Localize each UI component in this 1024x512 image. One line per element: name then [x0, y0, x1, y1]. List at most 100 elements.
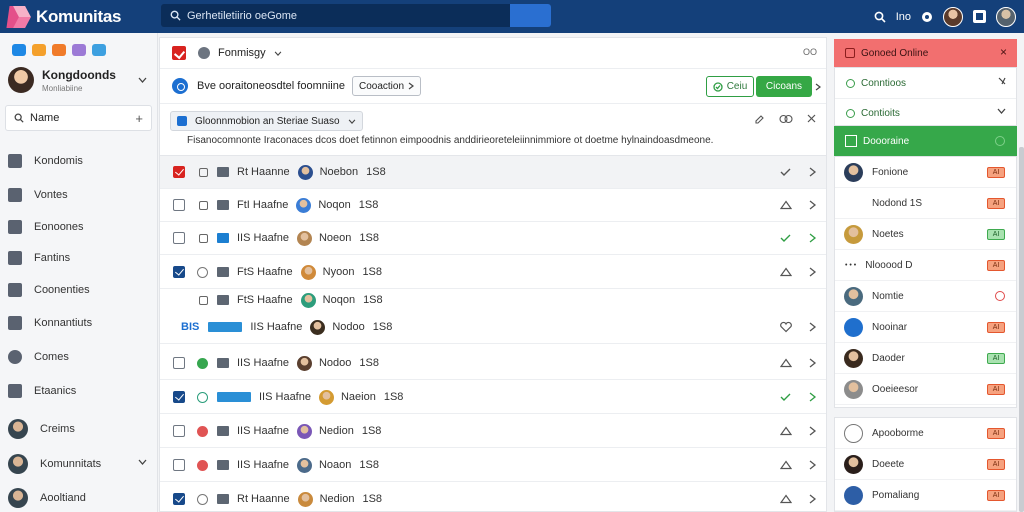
chevron-right-icon[interactable] [808, 322, 817, 332]
chevron-right-icon[interactable] [815, 83, 821, 91]
chevron-right-icon[interactable] [808, 233, 817, 243]
scrollbar[interactable] [1019, 147, 1024, 512]
person-item[interactable]: Nodond 1S AI [835, 188, 1016, 219]
person-item[interactable]: • • • Nlooood D AI [835, 250, 1016, 281]
warning-icon[interactable] [780, 494, 792, 505]
row-checkbox[interactable] [173, 266, 185, 278]
view-toggle-icon[interactable]: OO [803, 47, 817, 57]
secondary-button[interactable]: Ceiu [706, 76, 754, 97]
active-filter[interactable]: Doooraine [834, 126, 1017, 156]
app-logo[interactable]: Komunitas [6, 5, 158, 28]
warning-icon[interactable] [780, 358, 792, 369]
message-row[interactable]: IIS Haafne Naeion 1S8 [160, 381, 826, 414]
row-checkbox[interactable] [173, 232, 185, 244]
message-row[interactable]: IIS Haafne Nedion 1S8 [160, 415, 826, 448]
chevron-right-icon[interactable] [808, 426, 817, 436]
person-item[interactable]: Apooborme AI [835, 418, 1016, 449]
check-icon[interactable] [780, 392, 791, 402]
selector-connections[interactable]: Conntioos [835, 68, 1016, 98]
person-item[interactable]: Nooinar AI [835, 312, 1016, 343]
message-row[interactable]: IIS Haafne Noaon 1S8 [160, 449, 826, 482]
row-checkbox[interactable] [173, 425, 185, 437]
chevron-right-icon[interactable] [808, 267, 817, 277]
apps-icon[interactable] [973, 10, 986, 23]
app-shortcut-icon[interactable] [12, 44, 26, 56]
search-bar[interactable] [161, 4, 551, 27]
chevron-right-icon[interactable] [808, 200, 817, 210]
person-item[interactable]: Nomtie [835, 281, 1016, 312]
check-icon[interactable] [780, 233, 791, 243]
message-row[interactable]: Rt Haanne Nedion 1S8 [160, 483, 826, 512]
person-item[interactable]: Pomaliang AI [835, 480, 1016, 511]
check-icon[interactable] [780, 167, 791, 177]
top-label[interactable]: Ino [896, 11, 911, 23]
message-row[interactable]: BIS IIS Haafne Nodoo 1S8 [160, 311, 826, 344]
heart-icon[interactable] [780, 321, 792, 333]
row-checkbox[interactable] [173, 199, 185, 211]
primary-button[interactable]: Cicoans [756, 76, 812, 97]
plus-icon[interactable]: + [135, 111, 143, 126]
message-row[interactable]: Rt Haanne Noebon 1S8 [160, 156, 826, 189]
sidebar-item[interactable]: Creims [8, 418, 153, 440]
search-icon[interactable] [874, 11, 886, 23]
app-shortcut-icon[interactable] [72, 44, 86, 56]
chevron-right-icon[interactable] [808, 392, 817, 402]
chevron-right-icon[interactable] [808, 358, 817, 368]
sidebar-item[interactable]: Aooltiand [8, 487, 153, 509]
account-switcher[interactable]: Kongdoonds Monliabiine [8, 67, 157, 93]
search-submit-button[interactable] [510, 4, 551, 27]
settings-icon[interactable] [995, 136, 1005, 146]
row-checkbox[interactable] [173, 166, 185, 178]
person-item[interactable]: Doeete AI [835, 449, 1016, 480]
app-shortcut-icon[interactable] [52, 44, 66, 56]
profile-avatar[interactable] [996, 6, 1016, 27]
edit-icon[interactable] [754, 114, 765, 125]
warning-icon[interactable] [780, 267, 792, 278]
chevron-down-icon[interactable] [138, 77, 147, 83]
chevron-right-icon[interactable] [808, 494, 817, 504]
sidebar-item[interactable]: Etaanics [8, 380, 153, 402]
breadcrumb-label[interactable]: Fonmisgy [218, 47, 266, 59]
sidebar-item[interactable]: Eonoones [8, 216, 153, 238]
filter-chip[interactable]: Gloonnmobion an Steriae Suaso [170, 111, 363, 131]
row-checkbox[interactable] [173, 493, 185, 505]
person-item[interactable]: Ooeieesor AI [835, 374, 1016, 405]
message-row[interactable]: IIS Haafne Nodoo 1S8 [160, 347, 826, 380]
row-checkbox[interactable] [173, 391, 185, 403]
close-icon[interactable]: × [1000, 45, 1007, 59]
message-row[interactable]: FtS Haafne Nyoon 1S8 [160, 256, 826, 289]
message-row[interactable]: FtI Haafne Noqon 1S8 [160, 189, 826, 222]
chevron-down-icon[interactable] [274, 50, 282, 56]
sidebar-item[interactable]: Konnantiuts [8, 312, 153, 334]
notification-icon[interactable] [921, 11, 933, 23]
app-shortcut-icon[interactable] [92, 44, 106, 56]
search-input[interactable] [187, 9, 517, 22]
new-item-button[interactable]: Name + [5, 105, 152, 131]
warning-icon[interactable] [780, 460, 792, 471]
person-item[interactable]: Daoder AI [835, 343, 1016, 374]
folder-badge-icon[interactable] [172, 46, 186, 60]
row-checkbox[interactable] [173, 459, 185, 471]
message-row[interactable]: FtS Haafne Noqon 1S8 [160, 290, 826, 310]
user-avatar[interactable] [943, 6, 963, 27]
person-item[interactable]: Fonione AI [835, 157, 1016, 188]
chevron-down-icon[interactable] [138, 459, 147, 465]
selector-contacts[interactable]: Contioits [835, 98, 1016, 128]
sidebar-item[interactable]: Coonenties [8, 279, 153, 301]
sidebar-item[interactable]: Kondomis [8, 150, 153, 172]
sidebar-item[interactable]: Vontes [8, 184, 153, 206]
action-dropdown[interactable]: Cooaction [351, 76, 422, 96]
app-shortcut-icon[interactable] [32, 44, 46, 56]
sidebar-item[interactable]: Fantins [8, 247, 153, 269]
sidebar-item[interactable]: Komunnitats [8, 453, 153, 475]
warning-icon[interactable] [780, 426, 792, 437]
chevron-right-icon[interactable] [808, 167, 817, 177]
person-item[interactable]: Noetes AI [835, 219, 1016, 250]
sidebar-item[interactable]: Comes [8, 346, 153, 368]
warning-icon[interactable] [780, 200, 792, 211]
row-checkbox[interactable] [173, 357, 185, 369]
message-row[interactable]: IIS Haafne Noeon 1S8 [160, 222, 826, 255]
link-icon[interactable] [779, 114, 793, 124]
chevron-right-icon[interactable] [808, 460, 817, 470]
close-icon[interactable] [807, 114, 816, 123]
